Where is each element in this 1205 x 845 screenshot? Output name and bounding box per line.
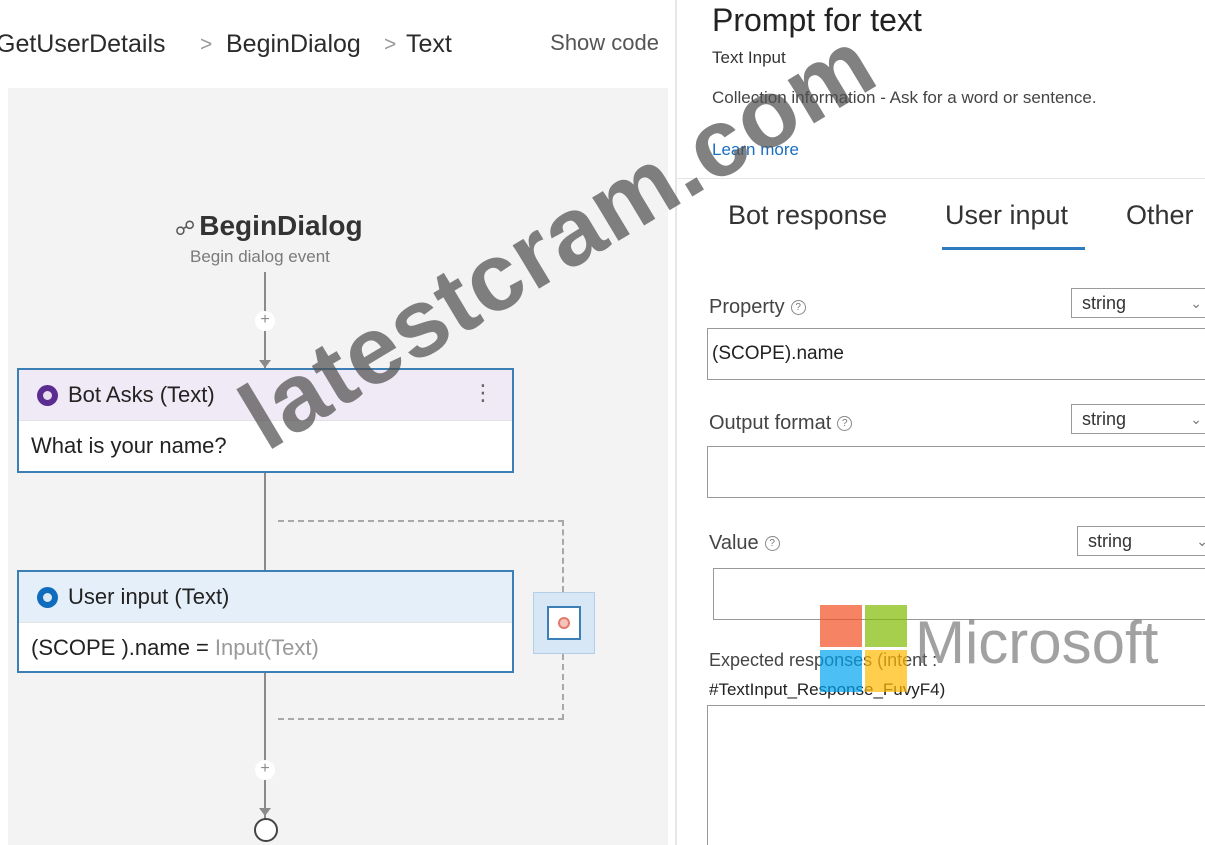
trigger-icon: ☍	[175, 218, 196, 240]
breadcrumb-item-text[interactable]: Text	[406, 30, 452, 59]
expected-responses-intent: #TextInput_Response_FuvyF4)	[709, 680, 946, 699]
loop-connector	[562, 654, 564, 720]
tab-user-input[interactable]: User input	[945, 200, 1068, 231]
help-icon[interactable]: ?	[837, 416, 853, 432]
loop-handle[interactable]	[533, 592, 595, 654]
user-input-node[interactable]: User input (Text) (SCOPE ).name = Input(T…	[17, 570, 514, 673]
add-action-button[interactable]: +	[255, 760, 275, 780]
more-options-icon[interactable]: ⋮	[472, 380, 494, 406]
breadcrumb: GetUserDetails > BeginDialog > Text Show…	[0, 0, 675, 88]
bot-asks-title: Bot Asks (Text)	[68, 382, 215, 407]
expected-responses-label: Expected responses (intent :	[709, 650, 938, 670]
user-input-assignment: (SCOPE ).name = Input(Text)	[19, 622, 512, 672]
expected-responses-input[interactable]	[707, 705, 1205, 845]
breadcrumb-separator: >	[384, 33, 397, 56]
end-node	[254, 818, 278, 842]
output-format-type-select[interactable]: string ⌄	[1071, 404, 1205, 434]
output-format-label: Output format?	[709, 412, 853, 435]
user-input-header: User input (Text)	[19, 572, 512, 622]
bot-asks-prompt: What is your name?	[19, 420, 512, 470]
loop-connector	[278, 520, 564, 522]
chevron-down-icon: ⌄	[1196, 533, 1205, 549]
bot-asks-header: Bot Asks (Text)	[19, 370, 512, 420]
connector-line	[264, 473, 266, 571]
property-type-select[interactable]: string ⌄	[1071, 288, 1205, 318]
target-icon	[558, 617, 570, 629]
breadcrumb-separator: >	[200, 33, 213, 56]
property-panel: Prompt for text Text Input Collection in…	[677, 0, 1205, 845]
tab-other[interactable]: Other	[1126, 200, 1194, 231]
add-action-button[interactable]: +	[255, 311, 275, 331]
connector-line	[264, 673, 266, 819]
trigger-title[interactable]: ☍ BeginDialog	[175, 210, 363, 242]
dialog-canvas-pane: GetUserDetails > BeginDialog > Text Show…	[0, 0, 675, 845]
learn-more-link[interactable]: Learn more	[712, 140, 799, 160]
loop-connector	[562, 520, 564, 592]
bot-asks-node[interactable]: Bot Asks (Text) ⋮ What is your name?	[17, 368, 514, 473]
value-type-select[interactable]: string ⌄	[1077, 526, 1205, 556]
user-icon	[37, 586, 58, 608]
output-format-input[interactable]	[707, 446, 1205, 498]
user-input-title: User input (Text)	[68, 584, 230, 609]
panel-subtitle: Text Input	[712, 48, 786, 67]
panel-description: Collection information - Ask for a word …	[712, 88, 1097, 107]
arrow-down-icon	[259, 360, 271, 368]
bot-icon	[37, 384, 58, 406]
value-label: Value?	[709, 532, 780, 555]
breadcrumb-item-getuserdetails[interactable]: GetUserDetails	[0, 30, 166, 59]
arrow-down-icon	[259, 808, 271, 816]
trigger-subtitle: Begin dialog event	[190, 247, 330, 266]
chevron-down-icon: ⌄	[1190, 295, 1202, 311]
breadcrumb-item-begindialog[interactable]: BeginDialog	[226, 30, 361, 59]
panel-title: Prompt for text	[712, 2, 922, 38]
chevron-down-icon: ⌄	[1190, 411, 1202, 427]
tab-bot-response[interactable]: Bot response	[728, 200, 887, 231]
divider	[677, 178, 1205, 179]
loop-connector	[278, 718, 564, 720]
active-tab-indicator	[942, 247, 1085, 250]
property-input[interactable]: (SCOPE).name	[707, 328, 1205, 380]
help-icon[interactable]: ?	[764, 536, 780, 552]
value-input[interactable]	[713, 568, 1205, 620]
property-label: Property?	[709, 296, 806, 319]
help-icon[interactable]: ?	[790, 300, 806, 316]
show-code-link[interactable]: Show code	[550, 30, 659, 56]
